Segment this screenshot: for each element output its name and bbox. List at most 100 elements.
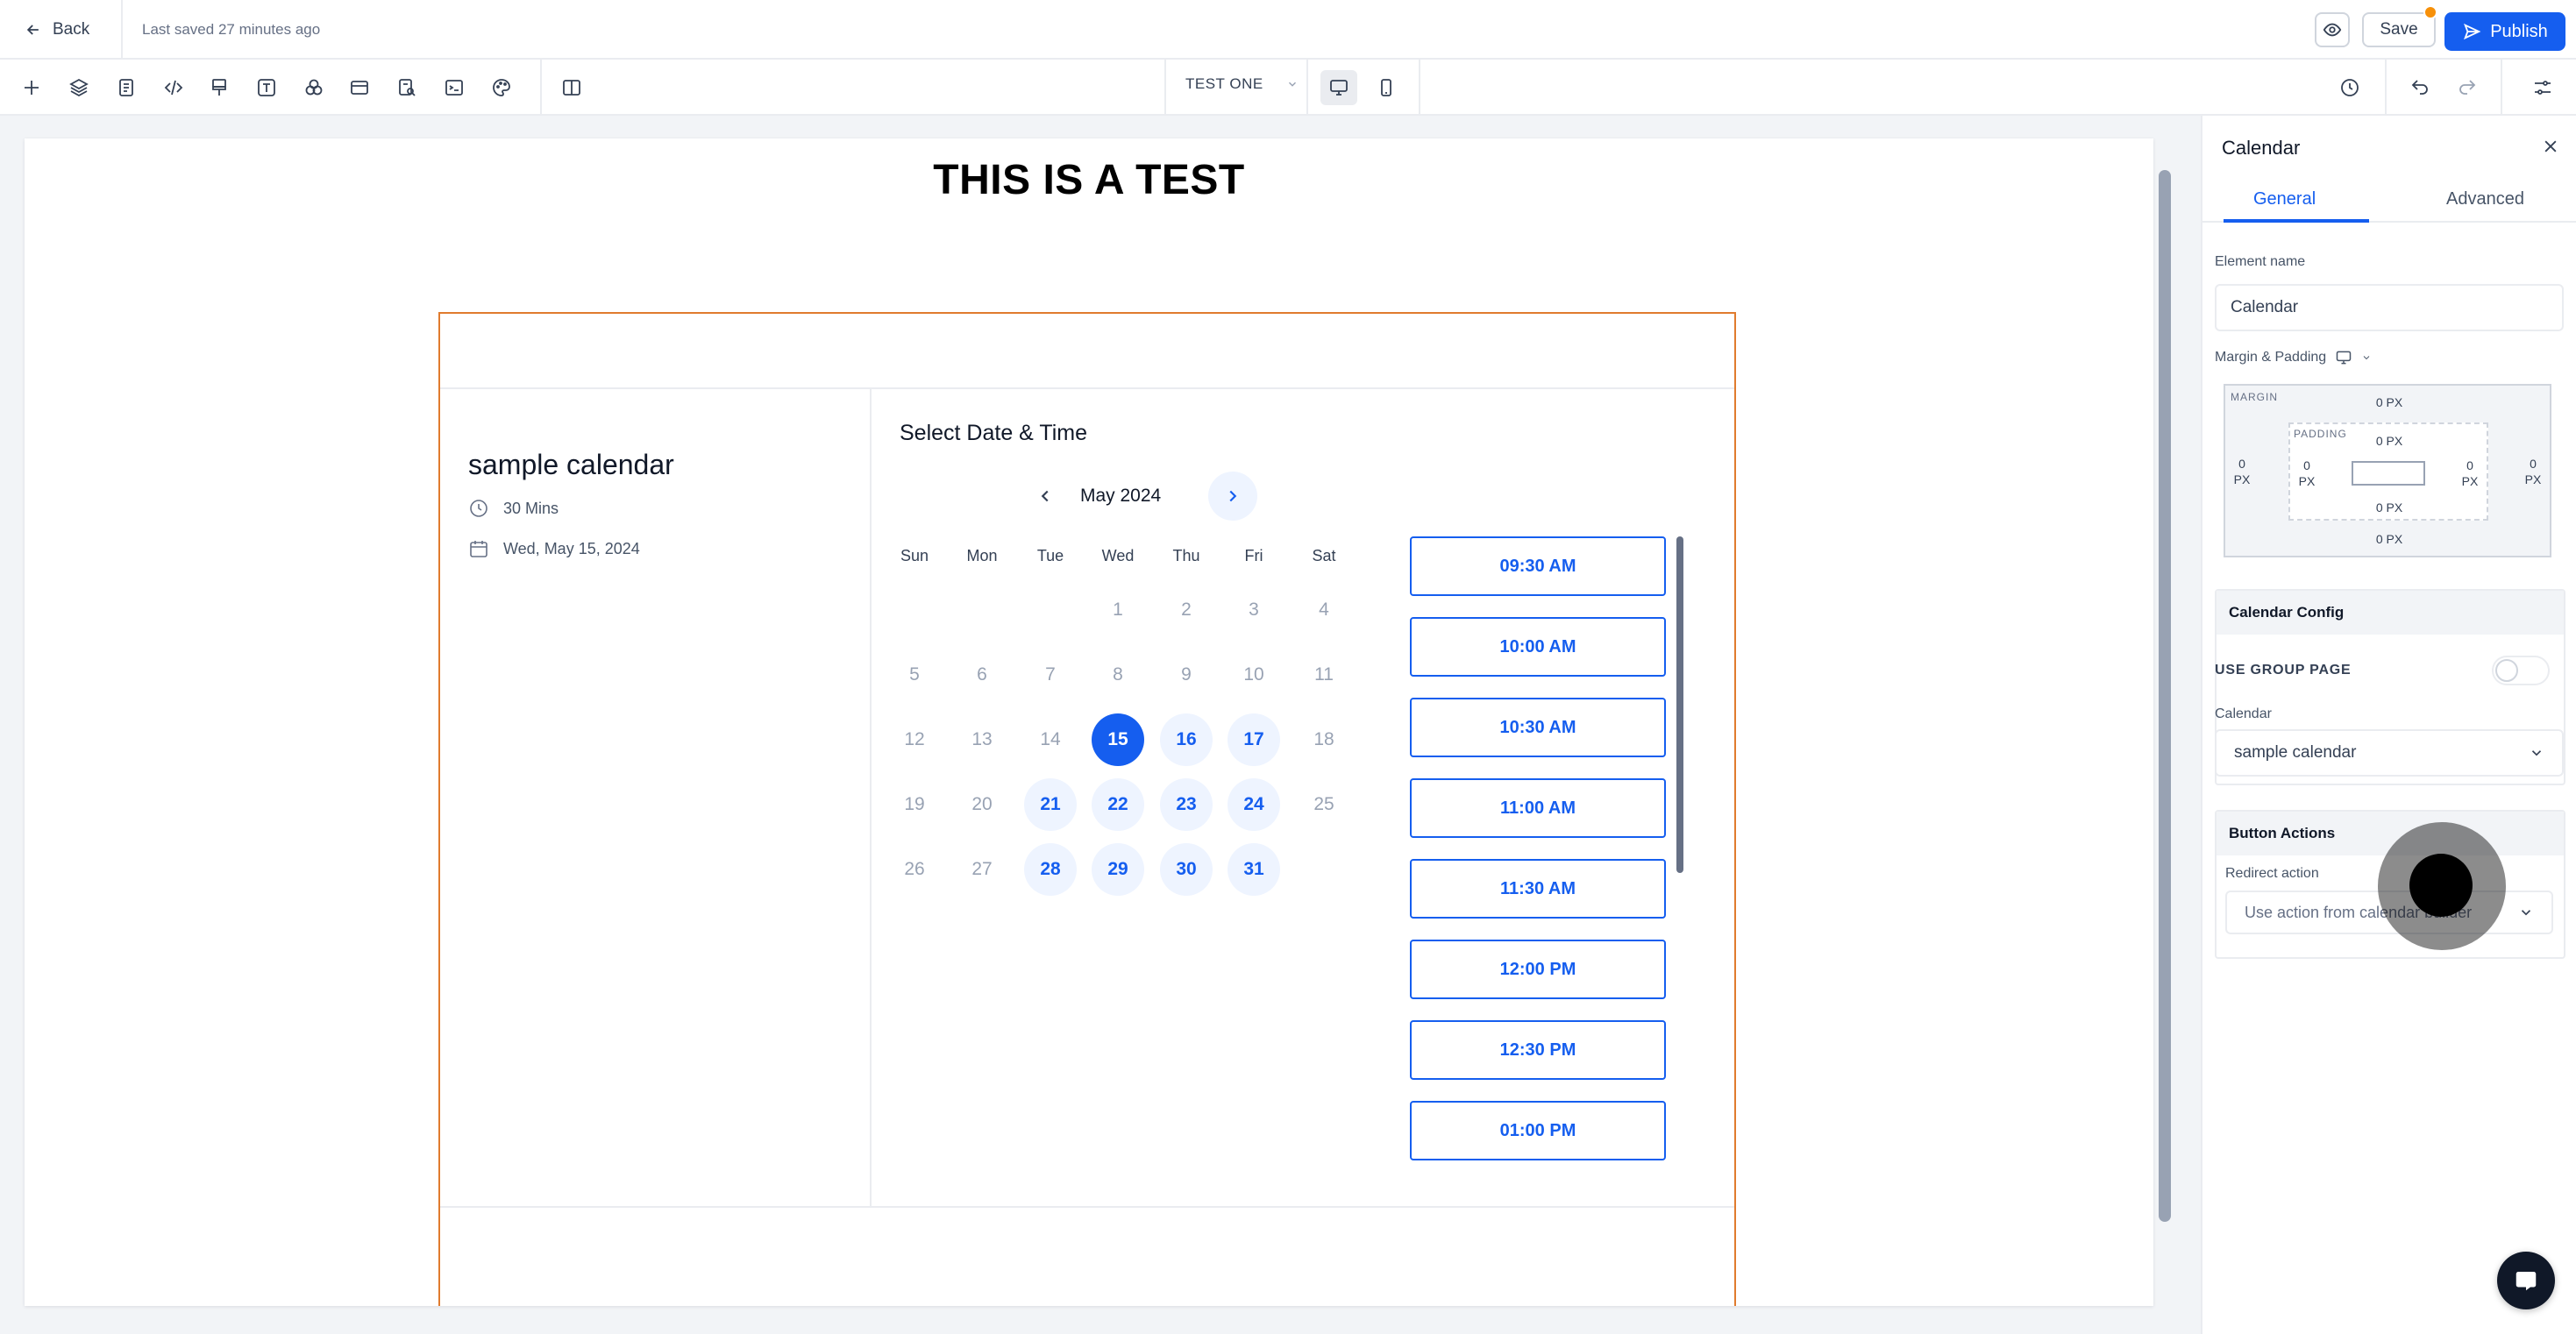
- time-slot-button[interactable]: 11:00 AM: [1410, 778, 1666, 838]
- margin-bottom-value[interactable]: 0 PX: [2367, 531, 2411, 547]
- active-tab-indicator: [2224, 219, 2369, 223]
- weekday-label: Wed: [1101, 547, 1135, 564]
- palette-icon[interactable]: [484, 70, 519, 105]
- time-slot-button[interactable]: 12:30 PM: [1410, 1020, 1666, 1080]
- time-slot-button[interactable]: 12:00 PM: [1410, 940, 1666, 999]
- element-name-input[interactable]: Calendar: [2215, 284, 2564, 331]
- text-icon[interactable]: [249, 70, 284, 105]
- calendar-day: 18: [1313, 729, 1334, 749]
- margin-right-value[interactable]: 0 PX: [2520, 456, 2546, 487]
- add-icon[interactable]: [14, 70, 49, 105]
- time-slot-button[interactable]: 11:30 AM: [1410, 859, 1666, 919]
- code-icon[interactable]: [156, 70, 191, 105]
- calendar-day[interactable]: 29: [1092, 843, 1144, 896]
- padding-box: PADDING 0 PX 0 PX 0 PX 0 PX: [2288, 422, 2488, 521]
- calendar-day[interactable]: 21: [1024, 778, 1077, 831]
- calendar-day[interactable]: 17: [1228, 713, 1280, 766]
- page-heading[interactable]: THIS IS A TEST: [25, 156, 2153, 204]
- chat-icon: [2516, 1272, 2537, 1291]
- time-slot-button[interactable]: 10:30 AM: [1410, 698, 1666, 757]
- divider: [540, 60, 542, 116]
- weekday-label: Sat: [1312, 547, 1336, 564]
- padding-left-value[interactable]: 0 PX: [2294, 458, 2320, 489]
- calendar-day[interactable]: 15: [1092, 713, 1144, 766]
- calendar-day[interactable]: 16: [1160, 713, 1213, 766]
- monitor-icon: [1330, 80, 1348, 96]
- arrow-left-icon: [26, 25, 39, 35]
- tab-advanced[interactable]: Advanced: [2446, 189, 2524, 209]
- date-text: Wed, May 15, 2024: [503, 539, 640, 557]
- layout-icon[interactable]: [554, 70, 589, 105]
- undo-icon[interactable]: [2402, 70, 2437, 105]
- section-icon[interactable]: [342, 70, 377, 105]
- calendar-day: 20: [971, 794, 993, 814]
- calendar-day[interactable]: 24: [1228, 778, 1280, 831]
- chevron-left-icon: [1041, 490, 1049, 502]
- close-panel-button[interactable]: [2537, 133, 2564, 160]
- time-slot-button[interactable]: 01:00 PM: [1410, 1101, 1666, 1160]
- weekday-label: Tue: [1036, 547, 1064, 564]
- calendar-day: 14: [1040, 729, 1061, 749]
- margin-label: MARGIN: [2231, 391, 2278, 403]
- padding-bottom-value[interactable]: 0 PX: [2367, 500, 2411, 515]
- tab-general[interactable]: General: [2253, 189, 2316, 209]
- chevron-down-icon[interactable]: [2361, 352, 2372, 363]
- calendar-day: 11: [1314, 664, 1334, 685]
- redo-icon[interactable]: [2450, 70, 2485, 105]
- weekday-label: Fri: [1244, 547, 1263, 564]
- mobile-view-button[interactable]: [1368, 70, 1405, 105]
- margin-top-value[interactable]: 0 PX: [2367, 394, 2411, 410]
- chat-support-button[interactable]: [2497, 1252, 2555, 1309]
- preview-button[interactable]: [2315, 12, 2350, 47]
- monitor-icon[interactable]: [2335, 349, 2352, 366]
- divider: [2385, 60, 2387, 116]
- calendar-widget[interactable]: sample calendar 30 Mins Wed, May 15, 202…: [440, 387, 1734, 1208]
- clock-icon: [470, 500, 487, 517]
- use-group-page-toggle[interactable]: [2492, 656, 2550, 685]
- paint-icon[interactable]: [202, 70, 237, 105]
- history-icon[interactable]: [2332, 70, 2367, 105]
- next-month-button[interactable]: [1208, 472, 1257, 521]
- prev-month-button[interactable]: [1028, 479, 1063, 514]
- calendar-day: 4: [1319, 600, 1329, 620]
- shapes-icon[interactable]: [296, 70, 331, 105]
- time-slot-scrollbar[interactable]: [1676, 536, 1683, 873]
- calendar-day: 3: [1249, 600, 1259, 620]
- select-date-time-title: Select Date & Time: [900, 421, 1087, 445]
- properties-panel: Calendar General Advanced Element name C…: [2201, 116, 2576, 1334]
- terminal-icon[interactable]: [437, 70, 472, 105]
- desktop-view-button[interactable]: [1320, 70, 1357, 105]
- calendar-day: 1: [1113, 600, 1123, 620]
- calendar-day[interactable]: 23: [1160, 778, 1213, 831]
- pages-icon[interactable]: [109, 70, 144, 105]
- editor-toolbar: TEST ONE: [0, 60, 2576, 116]
- margin-left-value[interactable]: 0 PX: [2229, 456, 2255, 487]
- calendar-day[interactable]: 22: [1092, 778, 1144, 831]
- calendar-day[interactable]: 31: [1228, 843, 1280, 896]
- layers-icon[interactable]: [61, 70, 96, 105]
- publish-button[interactable]: Publish: [2444, 12, 2565, 51]
- divider: [1164, 60, 1166, 116]
- page-name: TEST ONE: [1185, 75, 1263, 92]
- page-selector[interactable]: TEST ONE: [1185, 75, 1299, 93]
- calendar-day[interactable]: 30: [1160, 843, 1213, 896]
- calendar-day: 27: [971, 859, 993, 879]
- time-slot-button[interactable]: 10:00 AM: [1410, 617, 1666, 677]
- save-button[interactable]: Save: [2362, 12, 2436, 47]
- calendar-day: 10: [1243, 664, 1264, 685]
- duration-text: 30 Mins: [503, 499, 559, 517]
- calendar-select[interactable]: sample calendar: [2215, 729, 2564, 777]
- calendar-title: sample calendar: [468, 449, 674, 480]
- padding-right-value[interactable]: 0 PX: [2457, 458, 2483, 489]
- canvas-scrollbar[interactable]: [2159, 170, 2171, 1222]
- search-page-icon[interactable]: [389, 70, 424, 105]
- unsaved-indicator: [2423, 5, 2437, 19]
- back-button[interactable]: Back: [18, 12, 96, 47]
- calendar-section[interactable]: sample calendar 30 Mins Wed, May 15, 202…: [438, 312, 1736, 1306]
- page-canvas[interactable]: THIS IS A TEST sample calendar 30 Mins W…: [25, 138, 2153, 1306]
- calendar-day[interactable]: 28: [1024, 843, 1077, 896]
- weekday-label: Thu: [1172, 547, 1200, 564]
- settings-sliders-icon[interactable]: [2525, 70, 2560, 105]
- padding-top-value[interactable]: 0 PX: [2367, 433, 2411, 449]
- time-slot-button[interactable]: 09:30 AM: [1410, 536, 1666, 596]
